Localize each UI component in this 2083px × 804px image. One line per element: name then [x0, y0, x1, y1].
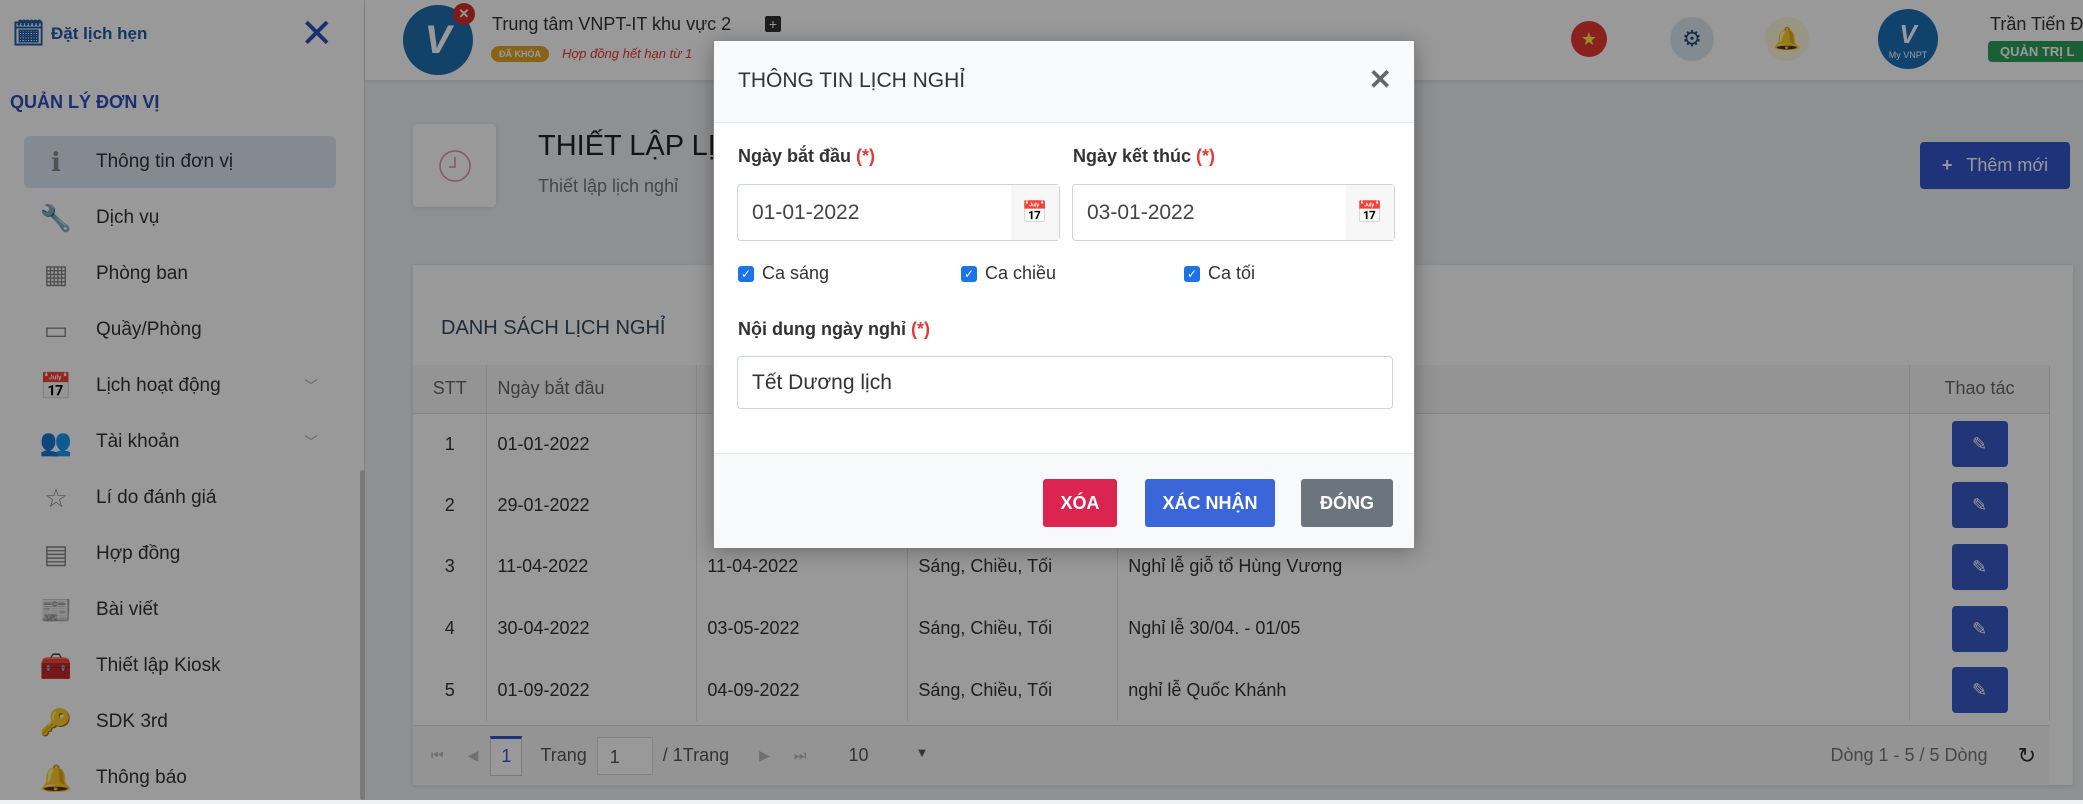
content-label: Nội dung ngày nghỉ (*): [738, 319, 930, 339]
end-date-input[interactable]: 03-01-2022 📅: [1072, 184, 1395, 241]
close-button[interactable]: ĐÓNG: [1301, 479, 1393, 527]
checkbox-checked-icon[interactable]: ✓: [961, 265, 977, 282]
end-date-label: Ngày kết thúc (*): [1073, 146, 1216, 166]
evening-shift-checkbox[interactable]: ✓ Ca tối: [1184, 263, 1255, 284]
checkbox-checked-icon[interactable]: ✓: [1184, 265, 1200, 282]
afternoon-shift-checkbox[interactable]: ✓ Ca chiều: [961, 263, 1056, 284]
modal-title: THÔNG TIN LỊCH NGHỈ: [738, 69, 966, 92]
calendar-icon[interactable]: 📅: [1011, 185, 1059, 240]
checkbox-checked-icon[interactable]: ✓: [738, 265, 754, 282]
morning-shift-checkbox[interactable]: ✓ Ca sáng: [738, 263, 829, 284]
calendar-icon[interactable]: 📅: [1346, 185, 1394, 240]
content-input[interactable]: Tết Dương lịch: [737, 356, 1393, 409]
start-date-input[interactable]: 01-01-2022 📅: [737, 184, 1060, 241]
delete-button[interactable]: XÓA: [1043, 479, 1117, 527]
holiday-info-modal: THÔNG TIN LỊCH NGHỈ ✕ Ngày bắt đầu (*) N…: [713, 40, 1415, 548]
confirm-button[interactable]: XÁC NHẬN: [1145, 479, 1275, 527]
start-date-label: Ngày bắt đầu (*): [738, 146, 876, 166]
close-icon[interactable]: ✕: [1369, 63, 1392, 96]
